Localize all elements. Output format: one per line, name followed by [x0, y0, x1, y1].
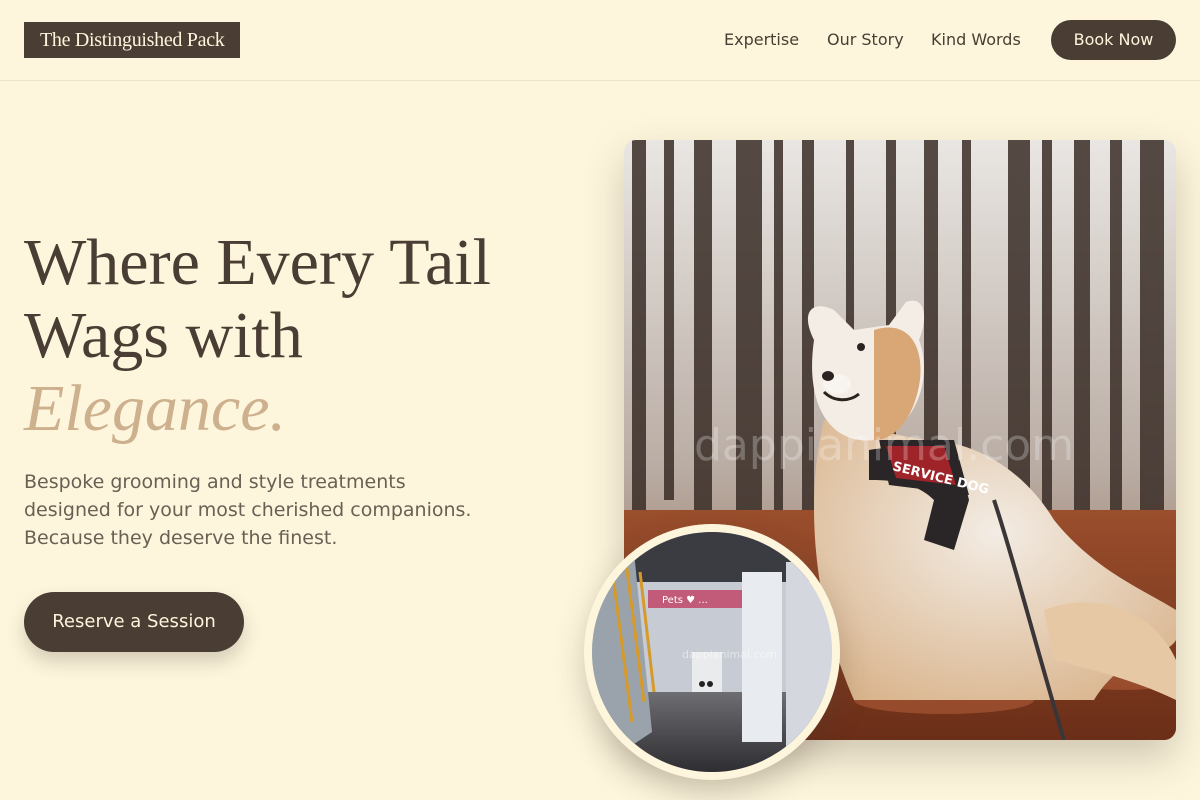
book-now-button[interactable]: Book Now — [1051, 20, 1176, 60]
nav-link-kind-words[interactable]: Kind Words — [931, 30, 1021, 50]
logo[interactable]: The Distinguished Pack — [24, 22, 241, 58]
headline-line-2: Wags with — [24, 299, 303, 372]
shop-sign: Pets ♥ ... — [662, 595, 708, 606]
site-header: The Distinguished Pack Expertise Our Sto… — [0, 0, 1200, 81]
reserve-session-button[interactable]: Reserve a Session — [24, 592, 244, 652]
nav-link-expertise[interactable]: Expertise — [724, 30, 799, 50]
hero-subtext: Bespoke grooming and style treatments de… — [24, 471, 472, 549]
walkway-illustration: Pets ♥ ... dappianimal.com — [592, 532, 832, 772]
hero-headline: Where Every Tail Wags with Elegance. — [24, 226, 584, 445]
photo-watermark: dappianimal.com — [694, 420, 1074, 471]
hero-inset-photo-frame: Pets ♥ ... dappianimal.com — [584, 524, 840, 780]
inset-watermark: dappianimal.com — [682, 648, 777, 661]
hero-inset-photo: Pets ♥ ... dappianimal.com — [592, 532, 832, 772]
nav-link-our-story[interactable]: Our Story — [827, 30, 904, 50]
headline-line-1: Where Every Tail — [24, 226, 491, 299]
headline-accent: Elegance. — [24, 372, 287, 445]
